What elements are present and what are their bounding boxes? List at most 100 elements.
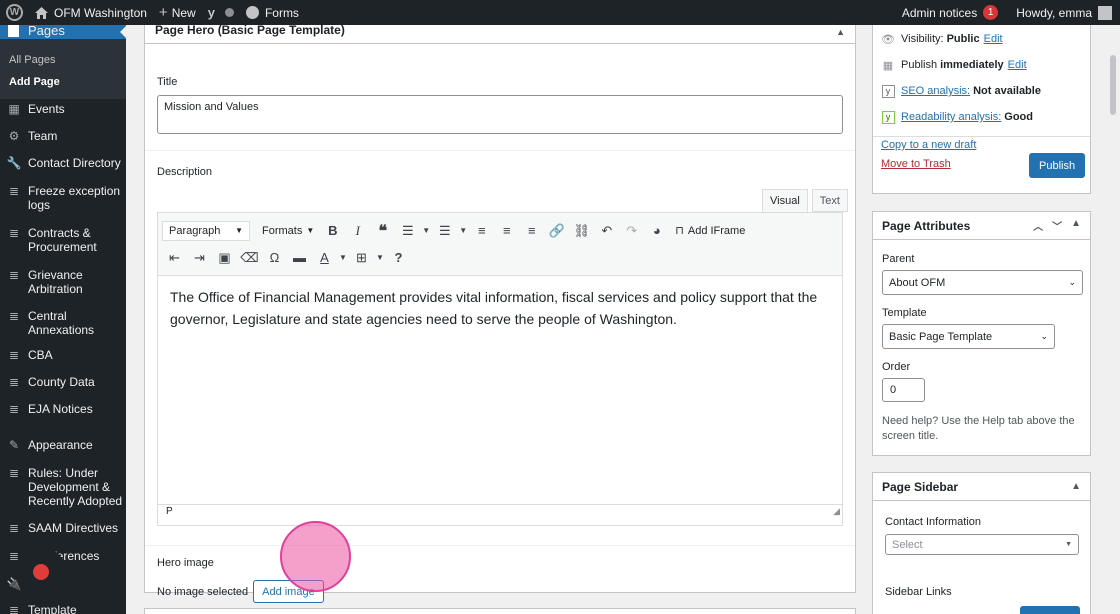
sidebar-item-eja-notices[interactable]: ≣ EJA Notices	[0, 402, 124, 416]
sidebar-item-central-annexations[interactable]: ≣ Central Annexations	[0, 309, 124, 337]
page-sidebar-header[interactable]: Page Sidebar ▲	[873, 473, 1090, 501]
sidebar-item-label: Rules: Under Development & Recently Adop…	[28, 466, 123, 508]
move-up-icon[interactable]: ︿	[1033, 218, 1043, 233]
publish-button[interactable]: Publish	[1029, 153, 1086, 178]
eye-icon: 👁	[881, 33, 895, 46]
order-label: Order	[882, 361, 911, 373]
redo-icon[interactable]: ↷	[619, 220, 644, 242]
page-attributes-header[interactable]: Page Attributes ︿ ﹀ ▲	[873, 212, 1090, 240]
sidebar-item-team[interactable]: ⚙ Team	[0, 129, 124, 143]
record-button[interactable]	[16, 547, 66, 597]
add-iframe-button[interactable]: ⊓ Add IFrame	[669, 224, 751, 238]
sidebar-item-contracts-procurement[interactable]: ≣ Contracts & Procurement	[0, 226, 124, 254]
my-account-link[interactable]: Howdy, emma	[1010, 0, 1120, 25]
title-field[interactable]: Mission and Values	[157, 95, 843, 134]
new-content-link[interactable]: + New	[153, 0, 202, 25]
page-scrollbar[interactable]	[1110, 55, 1116, 115]
special-character-icon[interactable]: Ω	[262, 247, 287, 269]
order-input[interactable]: 0	[882, 378, 925, 402]
resize-handle-icon[interactable]: ◢	[833, 505, 840, 518]
readability-row: y Readability analysis: Good	[881, 104, 1081, 130]
plus-icon: +	[158, 4, 168, 21]
publish-date-row: ▦ Publish immediately Edit	[881, 52, 1081, 78]
wordpress-icon: W	[6, 4, 23, 21]
page-hero-heading: Page Hero (Basic Page Template)	[155, 25, 345, 37]
sidebar-item-cba[interactable]: ≣ CBA	[0, 348, 124, 362]
record-icon	[33, 564, 49, 580]
sidebar-item-events[interactable]: ▦ Events	[0, 102, 124, 116]
add-image-button[interactable]: Add image	[253, 580, 324, 603]
unlink-icon[interactable]: ⛓	[569, 220, 594, 242]
indent-icon[interactable]: ⇥	[187, 247, 212, 269]
undo-icon[interactable]: ↶	[594, 220, 619, 242]
collapse-arrow-icon[interactable]: ▲	[836, 27, 845, 37]
paste-text-icon[interactable]: ▣	[212, 247, 237, 269]
sidebar-item-appearance[interactable]: ✎ Appearance	[0, 438, 124, 452]
align-right-icon[interactable]: ≡	[519, 220, 544, 242]
template-select[interactable]: Basic Page Template ⌄	[882, 324, 1055, 349]
divider	[873, 136, 1090, 137]
text-color-icon[interactable]: A	[312, 247, 337, 269]
database-icon: ≣	[8, 268, 20, 282]
visibility-label: Visibility:	[901, 33, 944, 45]
status-dot-icon	[224, 8, 234, 17]
parent-select[interactable]: About OFM ⌄	[882, 270, 1083, 295]
link-icon[interactable]: 🔗	[544, 220, 569, 242]
blockquote-icon[interactable]: ❝	[370, 220, 395, 242]
horizontal-line-icon[interactable]: ▬	[287, 247, 312, 269]
move-to-trash-link[interactable]: Move to Trash	[881, 158, 951, 170]
align-center-icon[interactable]: ≡	[494, 220, 519, 242]
copy-draft-link[interactable]: Copy to a new draft	[881, 139, 976, 151]
page-hero-header[interactable]: Page Hero (Basic Page Template) ▲	[145, 25, 855, 44]
site-name-link[interactable]: OFM Washington	[29, 0, 153, 25]
bold-icon[interactable]: B	[320, 220, 345, 242]
paragraph-select[interactable]: Paragraph ▼	[162, 220, 250, 241]
help-icon[interactable]: ?	[386, 247, 411, 269]
pie-chart-icon[interactable]: ◕	[644, 220, 669, 242]
sidebar-item-label: Central Annexations	[28, 309, 95, 337]
chevron-down-icon[interactable]: ▼	[457, 220, 469, 242]
move-down-icon[interactable]: ﹀	[1052, 218, 1062, 233]
collapse-arrow-icon[interactable]: ▲	[1071, 218, 1081, 233]
wordpress-logo-button[interactable]: W	[0, 0, 29, 25]
clear-formatting-icon[interactable]: ⌫	[237, 247, 262, 269]
collapse-arrow-icon[interactable]: ▲	[1071, 481, 1081, 492]
add-sidebar-link-button[interactable]	[1020, 606, 1080, 614]
submenu-all-pages[interactable]: All Pages	[9, 49, 126, 71]
editor-content-area[interactable]: The Office of Financial Management provi…	[158, 276, 842, 504]
sidebar-item-contact-directory[interactable]: 🔧 Contact Directory	[0, 156, 124, 170]
numbered-list-icon[interactable]: ☰	[432, 220, 457, 242]
chevron-down-icon[interactable]: ▼	[374, 247, 386, 269]
italic-icon[interactable]: I	[345, 220, 370, 242]
forms-link[interactable]: Forms	[240, 0, 305, 25]
chevron-down-icon: ⌄	[1068, 277, 1076, 287]
element-path[interactable]: P	[166, 506, 173, 517]
contact-information-select[interactable]: Select ▼	[885, 534, 1079, 555]
table-icon[interactable]: ⊞	[349, 247, 374, 269]
outdent-icon[interactable]: ⇤	[162, 247, 187, 269]
chevron-down-icon[interactable]: ▼	[420, 220, 432, 242]
formats-menu[interactable]: Formats ▼	[256, 225, 320, 237]
admin-notices-link[interactable]: Admin notices 1	[896, 0, 1004, 25]
readability-analysis-link[interactable]: Readability analysis:	[901, 111, 1001, 123]
bullet-list-icon[interactable]: ☰	[395, 220, 420, 242]
sidebar-item-saam-directives[interactable]: ≣ SAAM Directives	[0, 521, 124, 535]
formats-label: Formats	[262, 224, 303, 237]
sidebar-item-rules-under-development-recently-adopted[interactable]: ≣ Rules: Under Development & Recently Ado…	[0, 466, 124, 508]
yoast-menu[interactable]: y	[202, 0, 240, 25]
chevron-down-icon[interactable]: ▼	[337, 247, 349, 269]
align-left-icon[interactable]: ≡	[469, 220, 494, 242]
sidebar-item-freeze-exception-logs[interactable]: ≣ Freeze exception logs	[0, 184, 124, 212]
tab-visual[interactable]: Visual	[762, 189, 808, 212]
sidebar-item-pages[interactable]: Pages	[0, 25, 126, 39]
edit-visibility-link[interactable]: Edit	[984, 33, 1003, 45]
sidebar-item-grievance-arbitration[interactable]: ≣ Grievance Arbitration	[0, 268, 124, 296]
tab-text[interactable]: Text	[811, 189, 848, 212]
new-label: New	[171, 5, 196, 20]
sidebar-item-county-data[interactable]: ≣ County Data	[0, 375, 124, 389]
publish-value: immediately	[940, 59, 1004, 71]
sidebar-item-template[interactable]: ≣ Template	[0, 603, 124, 614]
edit-publish-link[interactable]: Edit	[1008, 59, 1027, 71]
seo-analysis-link[interactable]: SEO analysis:	[901, 85, 970, 97]
submenu-add-page[interactable]: Add Page	[9, 71, 126, 93]
